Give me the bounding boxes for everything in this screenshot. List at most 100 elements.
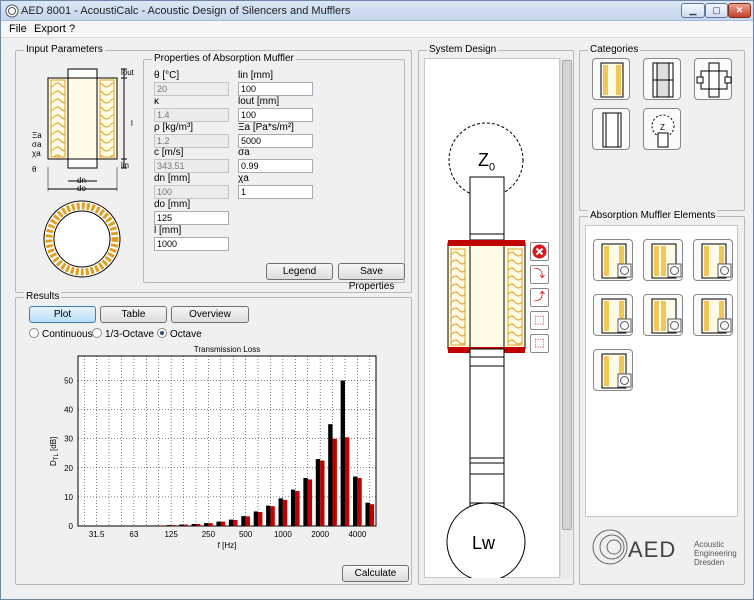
chart-bar	[307, 479, 313, 526]
param-field[interactable]: 0.99	[238, 159, 313, 174]
chart-bar	[266, 505, 271, 526]
save-properties-button[interactable]: Save Properties	[338, 263, 405, 292]
chart-bar	[332, 438, 337, 526]
category-impedance[interactable]: Z	[643, 108, 681, 150]
z0-label: Z0	[478, 150, 495, 174]
radio-continuous-label: Continuous	[42, 329, 93, 340]
category-absorption[interactable]	[592, 58, 630, 100]
menu-help[interactable]: ?	[69, 23, 75, 35]
absorption-element-item[interactable]	[593, 349, 633, 391]
param-field[interactable]: 125	[154, 211, 229, 225]
absorption-element-item[interactable]	[643, 294, 683, 336]
tab-plot[interactable]: Plot	[29, 306, 96, 323]
chart-xtick-label: 1000	[274, 530, 292, 539]
param-field[interactable]: 5000	[238, 133, 313, 148]
absorption-element-item[interactable]	[643, 239, 683, 281]
aed-logo-line-2: Engineering	[694, 549, 737, 558]
param-field[interactable]: 1.4	[154, 107, 229, 122]
param-label: ρ [kg/m³]	[154, 121, 194, 133]
param-field[interactable]: 1000	[154, 236, 229, 251]
category-resonator[interactable]	[643, 58, 681, 100]
fig-label-do: do	[77, 184, 86, 193]
z0-label-main: Z	[478, 150, 489, 170]
param-label: χa	[238, 173, 249, 185]
chart-bar	[340, 380, 345, 526]
connect-bottom-icon[interactable]: ⤴	[530, 288, 549, 307]
chart-bar	[166, 525, 172, 526]
aed-logo-line-3: Dresden	[694, 558, 725, 567]
fig-label-chi: χa	[32, 149, 41, 158]
delete-element-icon[interactable]	[530, 242, 549, 261]
chart-bar	[171, 525, 176, 526]
fig-label-lin: lin	[121, 161, 130, 170]
chart-bar	[369, 504, 375, 526]
radio-third-octave[interactable]: 1/3-Octave	[92, 328, 154, 340]
calculate-button[interactable]: Calculate	[342, 565, 409, 582]
maximize-button[interactable]: ▢	[705, 3, 728, 18]
chart-ytick-label: 20	[64, 464, 73, 473]
categories-title: Categories	[588, 44, 641, 56]
fig-label-l: l	[131, 119, 133, 128]
param-field[interactable]: 1.2	[154, 133, 229, 148]
chart-bar	[344, 437, 350, 526]
tab-table[interactable]: Table	[100, 306, 167, 323]
close-button[interactable]: ✕	[728, 3, 751, 18]
absorption-element-item[interactable]	[593, 294, 633, 336]
chart-bar	[204, 523, 209, 526]
chart-bar	[357, 478, 362, 526]
chart-bar	[320, 460, 325, 526]
legend-button[interactable]: Legend	[266, 263, 333, 280]
input-parameters-title: Input Parameters	[24, 44, 105, 56]
chart-ytick-label: 50	[64, 377, 73, 386]
chart-bar	[220, 521, 226, 526]
chart-ytick-label: 40	[64, 406, 73, 415]
aed-logo-icon	[592, 529, 628, 565]
param-label: Ξa [Pa*s/m²]	[238, 121, 294, 133]
absorption-element-item[interactable]	[693, 294, 733, 336]
chart-ylabel: DTL [dB]	[49, 437, 60, 466]
fig-label-theta: θ	[32, 165, 37, 174]
lw-label: Lw	[472, 533, 496, 553]
absorption-element-item[interactable]	[693, 239, 733, 281]
radio-octave[interactable]: Octave	[157, 328, 202, 340]
chart-ytick-label: 0	[69, 522, 74, 531]
system-scrollbar-thumb[interactable]	[562, 60, 572, 530]
param-field[interactable]: 100	[238, 107, 313, 122]
param-field[interactable]: 100	[238, 82, 313, 96]
radio-continuous-dot	[29, 328, 39, 338]
tab-overview[interactable]: Overview	[171, 306, 249, 323]
insert-above-icon[interactable]: ⬚	[530, 311, 549, 330]
param-label: θ [°C]	[154, 70, 180, 81]
aed-logo-text: AED	[628, 537, 677, 562]
app-icon	[5, 4, 19, 18]
param-field[interactable]: 100	[154, 185, 229, 200]
chart-xtick-label: 125	[164, 530, 178, 539]
aed-logo-line-1: Acoustic	[694, 540, 725, 549]
menu-file[interactable]: File	[9, 23, 27, 35]
param-field[interactable]: 20	[154, 82, 229, 96]
connect-top-icon[interactable]: ⤵	[530, 265, 549, 284]
minimize-button[interactable]: ▁	[681, 3, 705, 18]
category-pipe[interactable]	[592, 108, 630, 150]
absorption-element-item[interactable]	[593, 239, 633, 281]
chart-bar	[303, 478, 308, 526]
system-scrollbar[interactable]	[560, 58, 572, 578]
radio-octave-label: Octave	[170, 329, 202, 340]
radio-continuous[interactable]: Continuous	[29, 328, 93, 340]
chart-bar	[282, 499, 288, 526]
absorption-elements-title: Absorption Muffler Elements	[588, 210, 718, 222]
param-label: κ	[154, 95, 159, 107]
menu-export[interactable]: Export	[34, 23, 66, 35]
param-label: lin [mm]	[238, 70, 273, 81]
chart-xlabel: f [Hz]	[218, 541, 237, 550]
insert-below-icon[interactable]: ⬚	[530, 334, 549, 353]
param-field[interactable]: 1	[238, 185, 313, 200]
input-parameters-group: Input Parameters lout l lin Ξa σa χa θ d…	[15, 44, 412, 293]
param-field[interactable]: 343.51	[154, 159, 229, 174]
radio-third-octave-dot	[92, 328, 102, 338]
radio-third-octave-label: 1/3-Octave	[105, 329, 154, 340]
param-label: l [mm]	[154, 224, 182, 236]
category-chamber[interactable]	[694, 58, 732, 100]
param-label: σa	[238, 147, 250, 159]
param-label: do [mm]	[154, 199, 191, 210]
